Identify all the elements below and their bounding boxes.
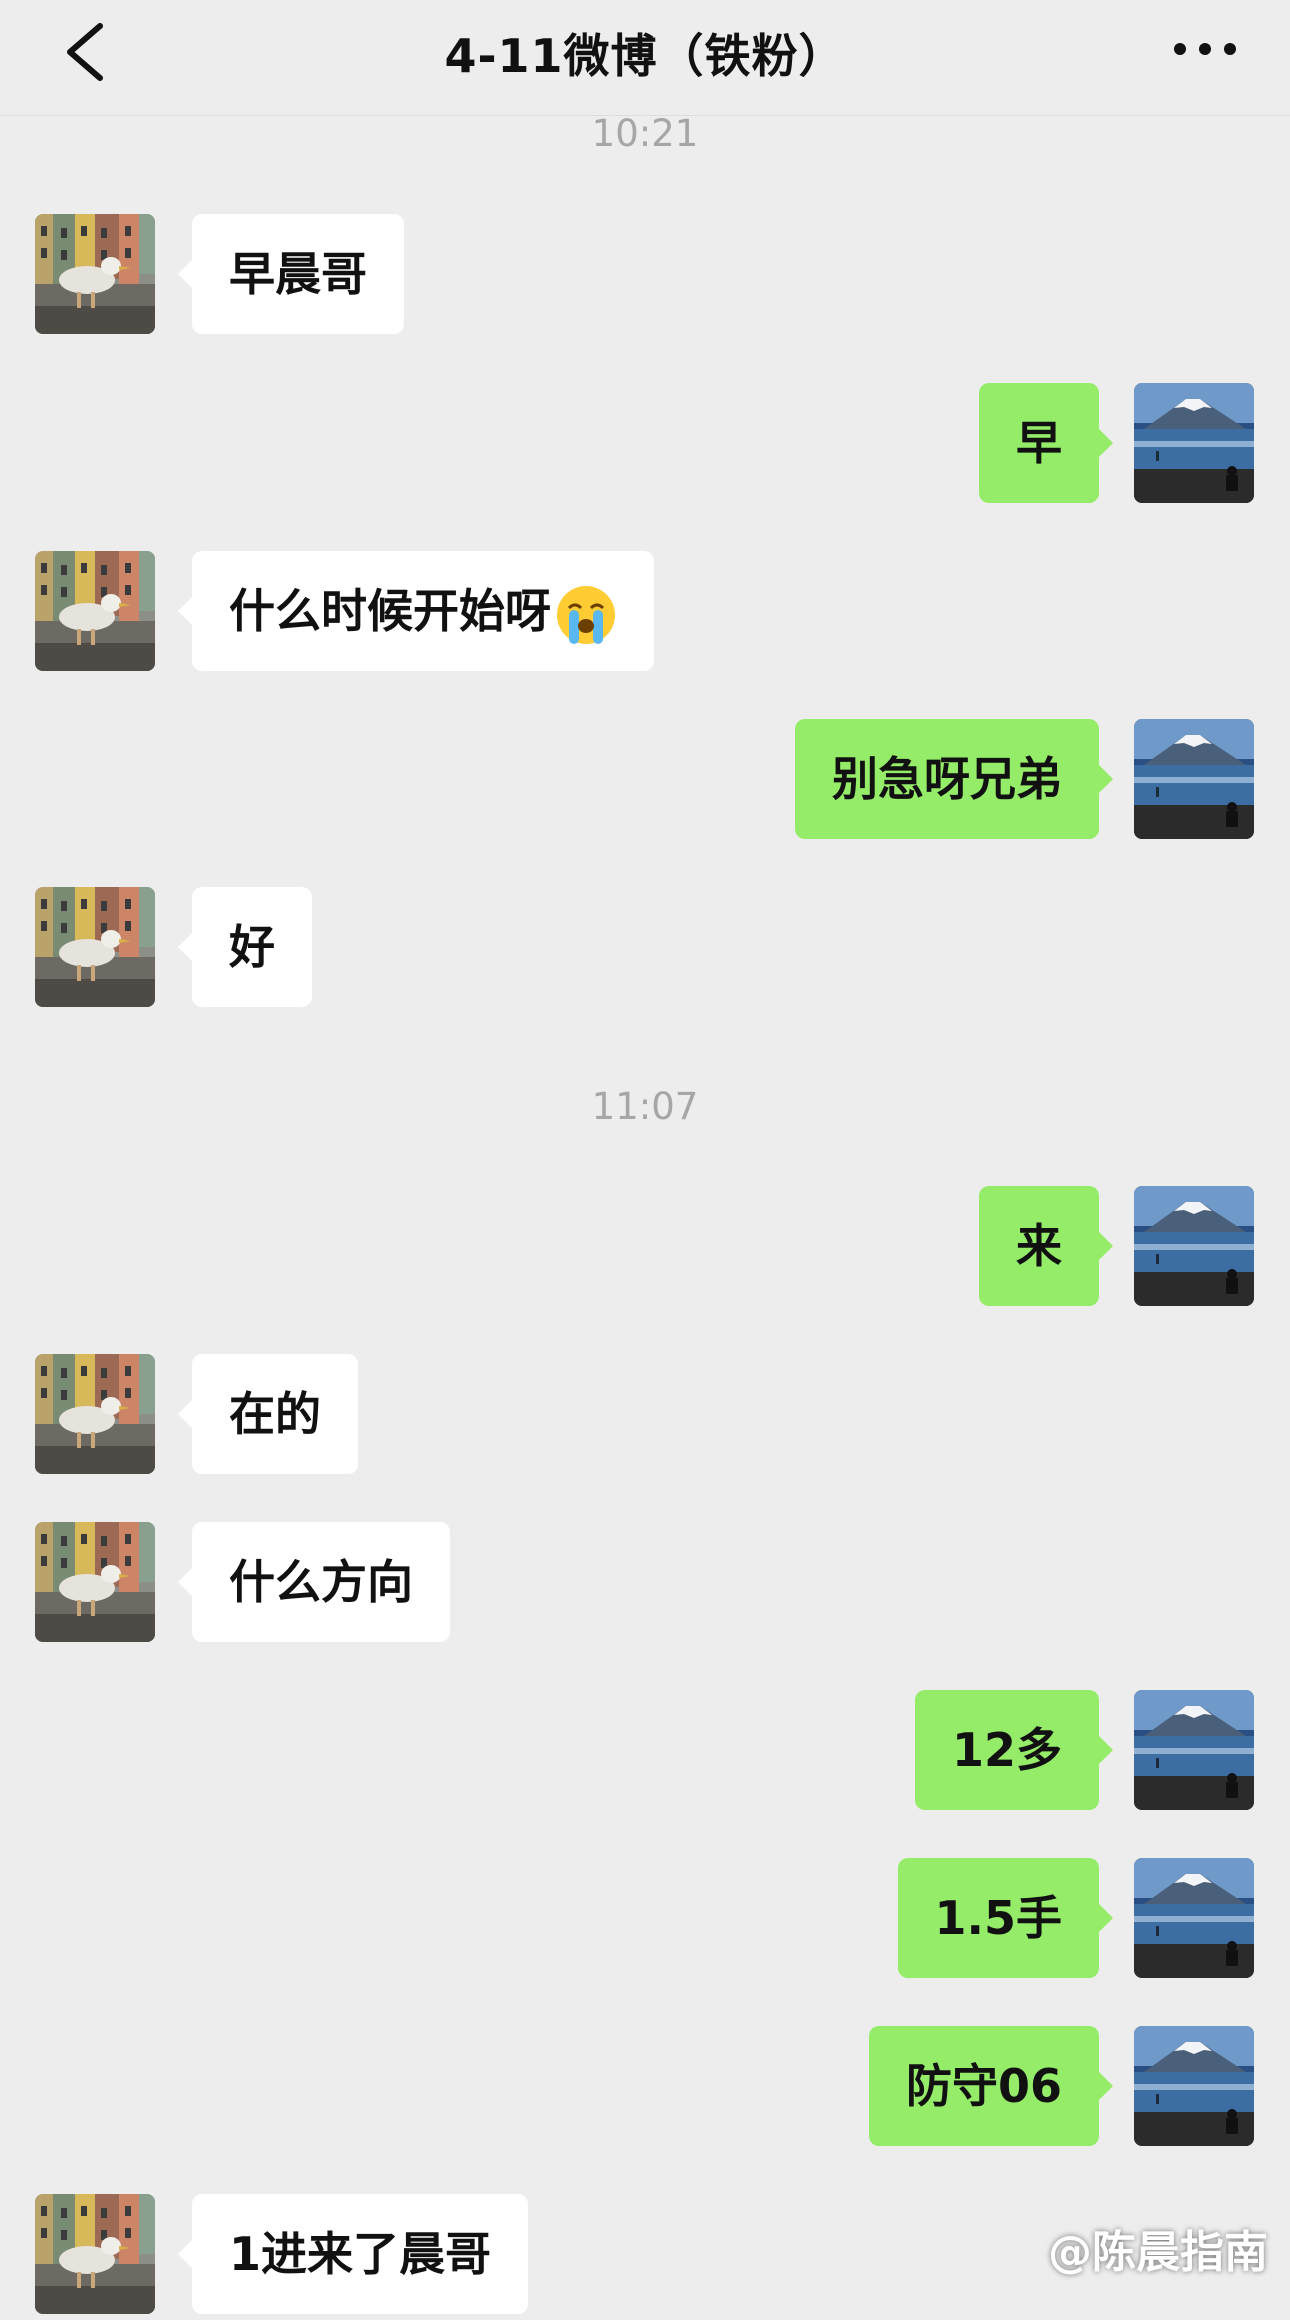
incoming-message-bubble[interactable]: 好 xyxy=(178,887,312,1007)
chat-title: 4-11微博（铁粉） xyxy=(444,29,846,83)
outgoing-message-bubble[interactable]: 1.5手 xyxy=(897,1858,1113,1978)
incoming-message-bubble[interactable]: 什么时候开始呀 xyxy=(178,551,654,671)
timestamp: 10:21 xyxy=(591,112,699,155)
more-dots-icon[interactable] xyxy=(1170,34,1240,64)
incoming-message-bubble[interactable]: 什么方向 xyxy=(178,1522,450,1642)
contact-avatar[interactable] xyxy=(35,2194,155,2314)
incoming-message-bubble[interactable]: 1进来了晨哥 xyxy=(177,2194,529,2314)
incoming-message-bubble[interactable]: 在的 xyxy=(178,1354,358,1474)
my-avatar[interactable] xyxy=(1134,1858,1254,1978)
contact-avatar[interactable] xyxy=(35,551,155,671)
contact-avatar[interactable] xyxy=(35,1354,155,1474)
contact-avatar[interactable] xyxy=(35,1522,155,1642)
my-avatar[interactable] xyxy=(1134,1186,1254,1306)
outgoing-message-bubble[interactable]: 别急呀兄弟 xyxy=(795,719,1113,839)
my-avatar[interactable] xyxy=(1134,719,1254,839)
my-avatar[interactable] xyxy=(1134,383,1254,503)
watermark: @陈晨指南 xyxy=(1048,2227,1268,2278)
incoming-message-bubble[interactable]: 早晨哥 xyxy=(178,214,404,334)
outgoing-message-bubble[interactable]: 来 xyxy=(979,1186,1113,1306)
chat-header: 4-11微博（铁粉） xyxy=(0,0,1290,116)
contact-avatar[interactable] xyxy=(35,887,155,1007)
my-avatar[interactable] xyxy=(1134,1690,1254,1810)
contact-avatar[interactable] xyxy=(35,214,155,334)
message-text: 什么时候开始呀 xyxy=(229,584,551,638)
timestamp: 11:07 xyxy=(591,1085,699,1128)
outgoing-message-bubble[interactable]: 防守06 xyxy=(868,2026,1114,2146)
outgoing-message-bubble[interactable]: 早 xyxy=(979,383,1113,503)
my-avatar[interactable] xyxy=(1134,2026,1254,2146)
outgoing-message-bubble[interactable]: 12多 xyxy=(914,1690,1114,1810)
crying-face-emoji xyxy=(557,585,615,644)
